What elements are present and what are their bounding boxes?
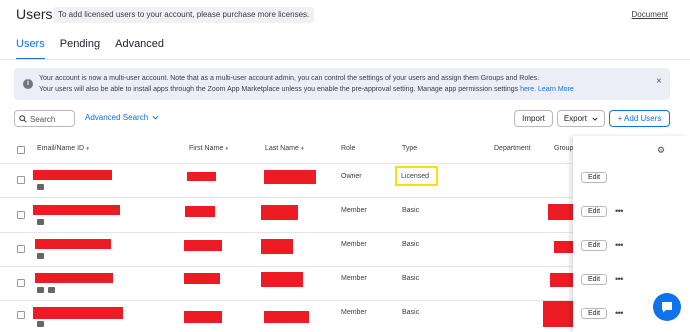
column-header-last-name[interactable]: Last Name ♦ <box>265 145 304 152</box>
redacted-first-name <box>184 273 220 284</box>
export-button[interactable]: Export <box>557 110 605 127</box>
role-cell: Member <box>341 241 367 248</box>
close-icon[interactable]: × <box>656 76 662 87</box>
more-actions-button[interactable]: ••• <box>615 274 623 284</box>
sort-icon: ♦ <box>225 146 229 152</box>
multi-user-banner: i Your account is now a multi-user accou… <box>14 68 670 100</box>
role-cell: Owner <box>341 173 362 180</box>
edit-button[interactable]: Edit <box>581 308 607 319</box>
import-button[interactable]: Import <box>514 110 553 127</box>
redacted-email <box>33 170 112 180</box>
redacted-group <box>543 301 573 327</box>
role-cell: Member <box>341 275 367 282</box>
edit-button[interactable]: Edit <box>581 206 607 217</box>
redacted-first-name <box>187 172 216 181</box>
edit-button[interactable]: Edit <box>581 274 607 285</box>
advanced-search-button[interactable]: Advanced Search <box>85 113 159 122</box>
type-cell: Basic <box>402 309 420 316</box>
redacted-first-name <box>184 311 222 323</box>
redacted-email <box>33 205 120 215</box>
redacted-email <box>35 239 111 249</box>
edit-button[interactable]: Edit <box>581 240 607 251</box>
column-header-email-label: Email/Name ID <box>37 145 85 152</box>
column-header-role: Role <box>341 145 356 152</box>
top-bar: Users To add licensed users to your acco… <box>0 0 690 30</box>
tab-advanced[interactable]: Advanced <box>115 38 164 60</box>
page-title: Users <box>16 6 53 22</box>
column-header-last-name-label: Last Name <box>265 145 299 152</box>
redacted-first-name <box>185 206 215 217</box>
banner-text: Your account is now a multi-user account… <box>39 73 649 95</box>
redacted-last-name <box>264 170 316 184</box>
tab-pending[interactable]: Pending <box>60 38 100 60</box>
toolbar: Advanced Search Import Export + Add User… <box>14 110 670 128</box>
app-permission-link[interactable]: here <box>520 86 534 93</box>
redacted-last-name <box>264 311 309 323</box>
search-box[interactable] <box>14 110 75 127</box>
column-header-first-name-label: First Name <box>189 145 224 152</box>
edit-button[interactable]: Edit <box>581 172 607 183</box>
redacted-group <box>548 204 573 220</box>
banner-line-2-text: Your users will also be able to install … <box>39 86 521 93</box>
sort-icon: ♦ <box>86 146 90 152</box>
more-actions-button[interactable]: ••• <box>615 240 623 250</box>
more-actions-button[interactable]: ••• <box>615 308 623 318</box>
type-cell: Licensed <box>401 173 430 180</box>
tab-divider <box>0 59 690 60</box>
redacted-last-name <box>261 272 303 287</box>
select-all-checkbox[interactable] <box>17 146 25 154</box>
type-cell: Basic <box>402 275 420 282</box>
sort-icon: ♦ <box>300 146 304 152</box>
info-icon: i <box>23 79 33 89</box>
redacted-last-name <box>261 205 298 220</box>
document-link[interactable]: Document <box>632 10 668 19</box>
learn-more-link[interactable]: Learn More <box>538 86 574 93</box>
column-header-first-name[interactable]: First Name ♦ <box>189 145 228 152</box>
search-input[interactable] <box>30 113 72 125</box>
row-checkbox[interactable] <box>17 176 25 184</box>
user-status-icon <box>37 287 44 293</box>
type-cell: Basic <box>402 207 420 214</box>
row-checkbox[interactable] <box>17 211 25 219</box>
chat-button[interactable] <box>653 293 681 321</box>
user-status-icon <box>37 184 44 190</box>
redacted-email <box>35 273 113 283</box>
row-checkbox[interactable] <box>17 245 25 253</box>
redacted-group <box>550 273 573 287</box>
redacted-group <box>554 241 573 253</box>
chevron-down-icon <box>592 117 598 121</box>
column-header-type: Type <box>402 145 418 152</box>
search-icon <box>19 115 27 123</box>
row-checkbox[interactable] <box>17 311 25 319</box>
redacted-email <box>33 307 123 319</box>
role-cell: Member <box>341 207 367 214</box>
tab-bar: Users Pending Advanced <box>16 38 164 60</box>
more-actions-button[interactable]: ••• <box>615 206 623 216</box>
license-notice: To add licensed users to your account, p… <box>53 7 315 23</box>
user-status-icon <box>37 253 44 259</box>
export-label: Export <box>563 114 587 123</box>
redacted-last-name <box>261 239 293 254</box>
user-status-icon <box>48 287 55 293</box>
chat-icon <box>662 302 672 313</box>
row-checkbox[interactable] <box>17 279 25 287</box>
banner-line-1: Your account is now a multi-user account… <box>39 75 540 82</box>
add-users-button[interactable]: + Add Users <box>609 110 670 127</box>
user-status-icon <box>37 321 44 327</box>
banner-line-2: Your users will also be able to install … <box>39 84 649 95</box>
type-cell: Basic <box>402 241 420 248</box>
user-status-icon <box>37 219 44 225</box>
tab-users[interactable]: Users <box>16 38 45 60</box>
chevron-down-icon <box>152 116 159 120</box>
role-cell: Member <box>341 309 367 316</box>
column-header-email[interactable]: Email/Name ID ♦ <box>37 145 89 152</box>
advanced-search-label: Advanced Search <box>85 113 149 122</box>
column-header-group: Group <box>554 145 574 152</box>
column-header-department: Department <box>494 145 531 152</box>
gear-icon[interactable]: ⚙ <box>657 145 665 156</box>
redacted-first-name <box>184 240 222 251</box>
